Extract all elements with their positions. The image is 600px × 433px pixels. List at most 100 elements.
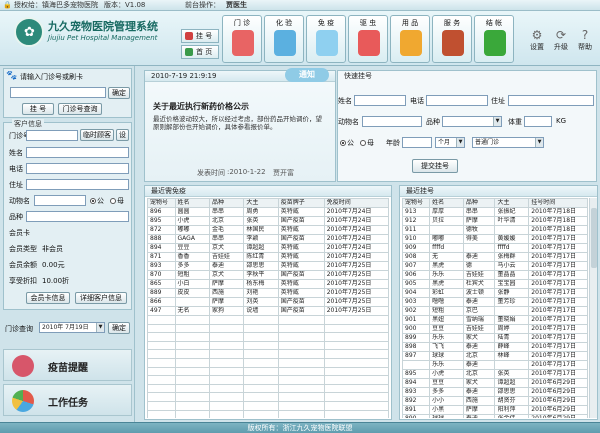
column-header[interactable]: 挂号时间 <box>528 198 588 208</box>
pet-name-input[interactable] <box>34 195 86 206</box>
clinic-no-input[interactable] <box>26 130 78 141</box>
table-row[interactable]: 901 黑妞 雪纳瑞 董晓娟 2010年7月17日 <box>402 315 588 325</box>
nav-checkout-button[interactable]: 结 帐 <box>474 15 514 63</box>
table-row[interactable]: 889 皮皮 西施 刘艳 英特威 2010年7月25日 <box>147 288 389 298</box>
gender-female-radio[interactable]: 母 <box>110 196 124 206</box>
table-cell: 2010年6月29日 <box>528 405 588 415</box>
notice-title[interactable]: 关于最近执行新药价格公示 <box>153 101 249 112</box>
card-number-input[interactable] <box>10 87 106 98</box>
table-row[interactable]: 891 小黑 萨摩 阳利萍 2010年6月29日 <box>402 405 588 415</box>
column-header[interactable]: 免疫时间 <box>323 198 389 208</box>
table-row[interactable]: 892 小小 西施 胡贤芬 2010年6月29日 <box>402 396 588 406</box>
breed-input[interactable] <box>26 211 129 222</box>
table-row[interactable]: 903 噜噜 泰迪 董芳珍 2010年7月17日 <box>402 297 588 307</box>
table-row[interactable]: 888 GAGA 串串 李颖 国产疫苗 2010年7月24日 <box>147 234 389 244</box>
column-header[interactable]: 姓名 <box>429 198 464 208</box>
table-row[interactable]: 897 球球 北京 林峰 2010年7月17日 <box>402 351 588 361</box>
quick-pet-input[interactable] <box>362 116 422 127</box>
table-row[interactable]: 905 黑虎 杜宾犬 宝宝园 2010年7月17日 <box>402 279 588 289</box>
phone-input[interactable] <box>26 163 129 174</box>
quick-address-input[interactable] <box>508 95 594 106</box>
table-row[interactable]: 900 豆豆 吉娃娃 周婷 2010年7月17日 <box>402 324 588 334</box>
table-row[interactable]: 865 小白 萨摩 杨东梅 英特威 2010年7月25日 <box>147 279 389 289</box>
register-table-scrollbar[interactable] <box>589 198 597 418</box>
nav-register-button[interactable]: 挂 号 <box>181 29 219 43</box>
scrollbar-thumb[interactable] <box>591 208 597 268</box>
quick-male-radio[interactable]: 公 <box>340 138 354 148</box>
quick-clinic-type-select[interactable]: 普通门诊 ▼ <box>472 137 544 148</box>
nav-deworm-button[interactable]: 驱 虫 <box>348 15 388 63</box>
table-row[interactable]: 912 贝拉 萨摩 叶华清 2010年7月18日 <box>402 216 588 226</box>
column-header[interactable]: 大主 <box>494 198 530 208</box>
member-info-button[interactable]: 会员卡信息 <box>26 292 70 304</box>
table-row[interactable]: 871 香香 吉娃娃 陈红青 英特威 2010年7月24日 <box>147 252 389 262</box>
table-row[interactable]: 899 乐乐 家犬 陆青 2010年7月17日 <box>402 333 588 343</box>
quick-age-unit-select[interactable]: 个月 ▼ <box>435 137 465 148</box>
vaccine-reminder-label: 疫苗提醒 <box>48 363 88 374</box>
temp-customer-button[interactable]: 临时顾客 <box>80 129 114 141</box>
set-button[interactable]: 设 <box>116 129 129 141</box>
quick-name-input[interactable] <box>354 95 406 106</box>
table-row[interactable]: 895 小虎 北京 张英 2010年7月17日 <box>402 369 588 379</box>
register-table-container[interactable]: 宠物号 姓名 品种 大主 挂号时间 913 厚厚 串串 张振纪 2010年7月18日 912 贝拉萨… <box>402 198 588 418</box>
quick-female-radio[interactable]: 母 <box>360 138 374 148</box>
submit-register-button[interactable]: 提交挂号 <box>412 159 458 173</box>
table-row[interactable]: 908 无泰迪 张梅群 2010年7月17日 <box>402 252 588 262</box>
upgrade-button[interactable]: ⟳ 升级 <box>549 28 573 52</box>
vaccine-table-container[interactable]: 宠物号 姓名 品种 大主 疫苗牌子 免疫时间 896 圆圆 串串 周勇 英特威 2010年7月24日… <box>147 198 389 418</box>
customer-detail-button[interactable]: 详细客户信息 <box>75 292 127 304</box>
column-header[interactable]: 姓名 <box>174 198 210 208</box>
table-cell <box>494 225 530 235</box>
nav-clinic-button[interactable]: 门 诊 <box>222 15 262 63</box>
gender-male-radio[interactable]: 公 <box>90 196 104 206</box>
clinic-query-button[interactable]: 门诊号查询 <box>58 103 102 115</box>
clinic-query-date[interactable]: 2010年 7月19日 ▼ <box>39 322 105 333</box>
table-row[interactable]: 902 短粗 京巴 2010年7月17日 <box>402 306 588 316</box>
table-row[interactable]: 890球球泰迪张金伟2010年6月29日 <box>402 414 588 418</box>
nav-vaccine-button[interactable]: 免 疫 <box>306 15 346 63</box>
table-row[interactable]: 893 多多 泰迪 邵思思 2010年6月29日 <box>402 387 588 397</box>
table-row[interactable]: 497 无名 家狗 说墙 国产疫苗 2010年7月25日 <box>147 306 389 316</box>
table-row[interactable]: 894 豆豆 家犬 谭超超 2010年6月29日 <box>402 378 588 388</box>
nav-service-button[interactable]: 服 务 <box>432 15 472 63</box>
register-button[interactable]: 挂 号 <box>22 103 54 115</box>
quick-phone-input[interactable] <box>426 95 488 106</box>
table-row[interactable]: 893 多多 泰迪 邵思思 英特威 2010年7月25日 <box>147 261 389 271</box>
table-row[interactable]: 898 飞飞 泰迪 薛峰 2010年7月17日 <box>402 342 588 352</box>
table-cell: 邵思思 <box>494 387 530 397</box>
quick-breed-select[interactable]: ▼ <box>442 116 502 127</box>
table-row[interactable]: 913 厚厚 串串 张振纪 2010年7月18日 <box>402 207 588 217</box>
table-row[interactable]: 896 圆圆 串串 周勇 英特威 2010年7月24日 <box>147 207 389 217</box>
column-header[interactable]: 宠物号 <box>147 198 176 208</box>
nav-home-button[interactable]: 首 页 <box>181 45 219 59</box>
table-row[interactable]: 乐乐 泰迪 2010年7月17日 <box>402 360 588 370</box>
name-input[interactable] <box>26 147 129 158</box>
settings-button[interactable]: ⚙ 设置 <box>525 28 549 52</box>
table-row[interactable]: 907 黑虎德马小云 2010年7月17日 <box>402 261 588 271</box>
nav-lab-button[interactable]: 化 验 <box>264 15 304 63</box>
column-header[interactable]: 大主 <box>243 198 279 208</box>
address-input[interactable] <box>26 179 129 190</box>
column-header[interactable]: 品种 <box>208 198 245 208</box>
table-row[interactable]: 904 彩虹 波士顿 张静 2010年7月17日 <box>402 288 588 298</box>
clinic-query-confirm-button[interactable]: 确定 <box>108 322 130 334</box>
quick-age-input[interactable] <box>402 137 432 148</box>
work-tasks-button[interactable]: 工作任务 <box>3 384 132 416</box>
table-row[interactable]: 872 嘟嘟 金毛 林国民 英特威 2010年7月24日 <box>147 225 389 235</box>
table-row[interactable]: 870 短粗 京犬 李秋平 国产疫苗 2010年7月25日 <box>147 270 389 280</box>
table-row[interactable]: 895 小虎 北京 张英 国产疫苗 2010年7月24日 <box>147 216 389 226</box>
help-button[interactable]: ? 帮助 <box>573 28 597 52</box>
table-row[interactable]: 909 ffffd ffffd 2010年7月17日 <box>402 243 588 253</box>
table-row[interactable]: 906 乐乐 吉娃娃 董晶晶 2010年7月17日 <box>402 270 588 280</box>
card-confirm-button[interactable]: 确定 <box>108 87 130 99</box>
table-row[interactable]: 894 豆豆 京犬 谭超超 英特威 2010年7月24日 <box>147 243 389 253</box>
column-header[interactable]: 疫苗牌子 <box>277 198 325 208</box>
column-header[interactable]: 宠物号 <box>402 198 431 208</box>
table-row[interactable]: 866 萨摩 刘英 国产疫苗 2010年7月25日 <box>147 297 389 307</box>
vaccine-reminder-button[interactable]: 疫苗提醒 <box>3 349 132 381</box>
quick-weight-input[interactable] <box>524 116 552 127</box>
nav-supplies-button[interactable]: 用 品 <box>390 15 430 63</box>
table-row[interactable]: 910 嘟嘟 得美 黄媛媛 2010年7月17日 <box>402 234 588 244</box>
table-row[interactable]: 911 德牧 2010年7月18日 <box>402 225 588 235</box>
column-header[interactable]: 品种 <box>462 198 496 208</box>
